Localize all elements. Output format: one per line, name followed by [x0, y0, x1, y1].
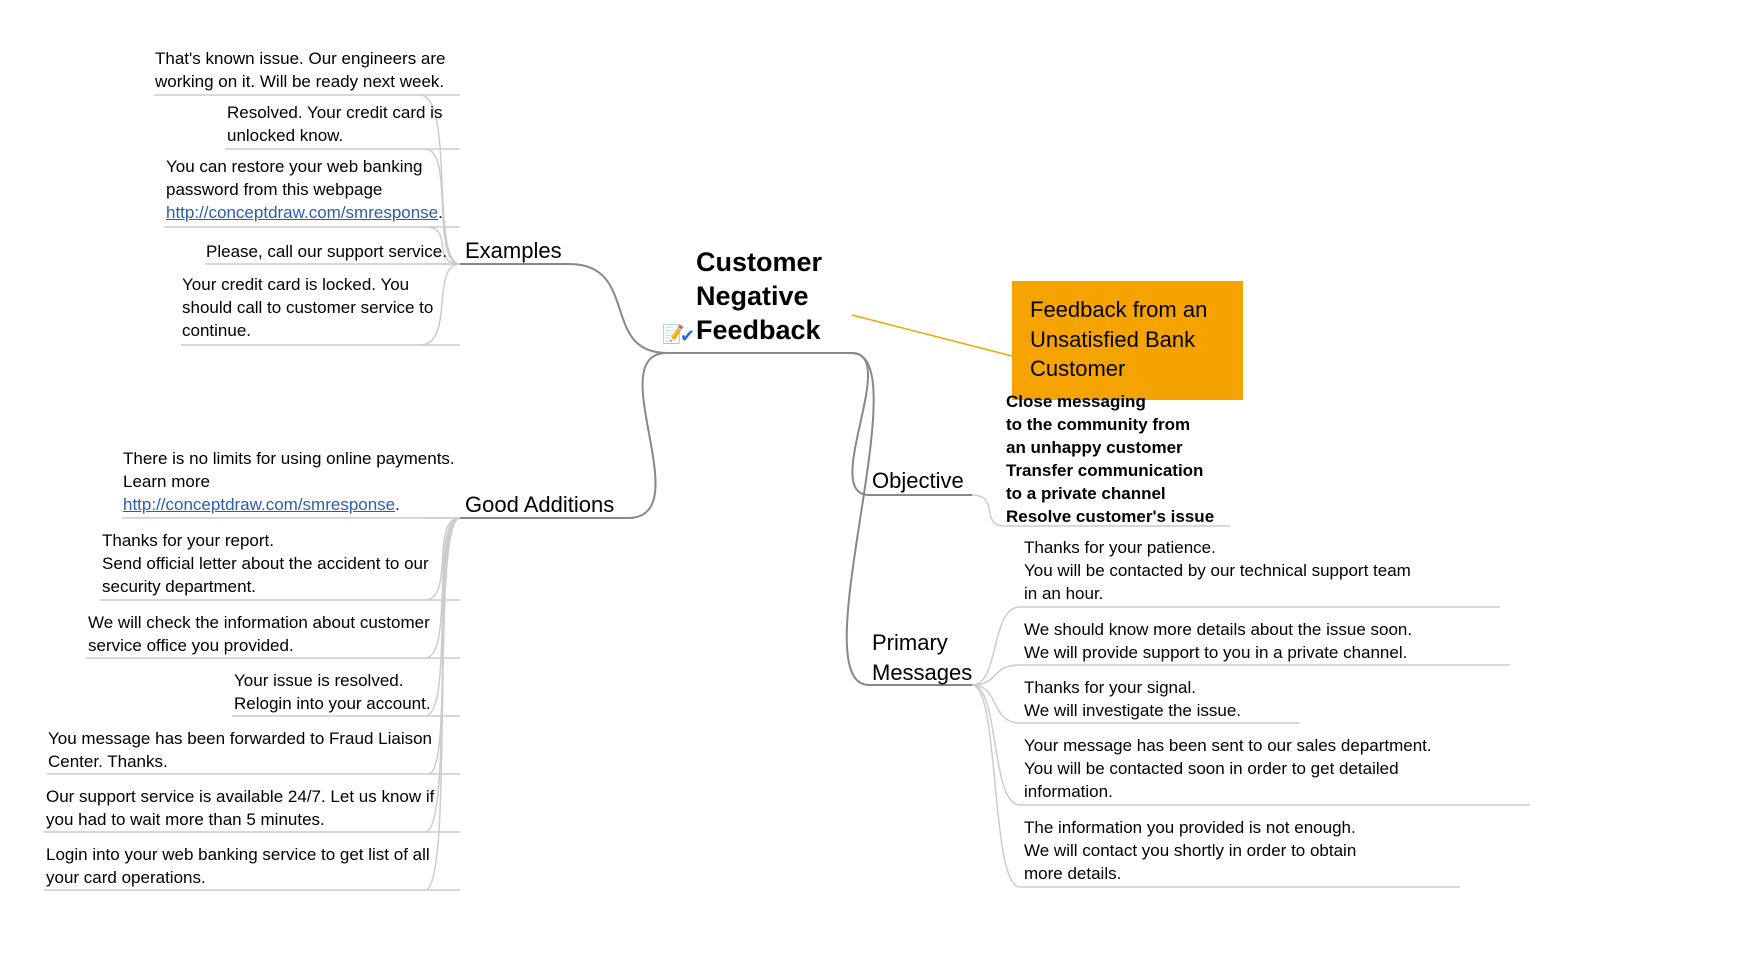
addition-item-6[interactable]: Our support service is available 24/7. L… — [46, 786, 526, 832]
callout-topic[interactable]: Feedback from anUnsatisfied BankCustomer — [1012, 281, 1243, 400]
primary-item-2[interactable]: We should know more details about the is… — [1024, 619, 1534, 665]
primary-item-4[interactable]: Your message has been sent to our sales … — [1024, 735, 1554, 804]
example-item-5[interactable]: Your credit card is locked. Youshould ca… — [182, 274, 482, 343]
addition-item-1-post: . — [395, 495, 400, 514]
primary-item-1[interactable]: Thanks for your patience.You will be con… — [1024, 537, 1524, 606]
primary-item-3[interactable]: Thanks for your signal.We will investiga… — [1024, 677, 1424, 723]
example-item-3-pre: You can restore your web bankingpassword… — [166, 157, 422, 199]
objective-text[interactable]: Close messagingto the community froman u… — [1006, 391, 1266, 529]
example-item-4[interactable]: Please, call our support service. — [206, 241, 506, 264]
addition-item-4[interactable]: Your issue is resolved.Relogin into your… — [234, 670, 494, 716]
addition-item-2[interactable]: Thanks for your report.Send official let… — [102, 530, 522, 599]
example-item-3[interactable]: You can restore your web bankingpassword… — [166, 156, 486, 225]
checkmark-icon: ✔ — [680, 324, 695, 348]
primary-item-5[interactable]: The information you provided is not enou… — [1024, 817, 1494, 886]
central-topic[interactable]: CustomerNegativeFeedback — [696, 246, 856, 347]
example-item-1[interactable]: That's known issue. Our engineers arewor… — [155, 48, 505, 94]
primary-messages-branch[interactable]: PrimaryMessages — [872, 628, 982, 687]
addition-item-1-pre: There is no limits for using online paym… — [123, 449, 455, 491]
addition-item-1[interactable]: There is no limits for using online paym… — [123, 448, 523, 517]
objective-branch[interactable]: Objective — [872, 466, 964, 496]
addition-item-5[interactable]: You message has been forwarded to Fraud … — [48, 728, 518, 774]
example-item-2[interactable]: Resolved. Your credit card isunlocked kn… — [227, 102, 507, 148]
addition-item-1-link[interactable]: http://conceptdraw.com/smresponse — [123, 495, 395, 514]
addition-item-7[interactable]: Login into your web banking service to g… — [46, 844, 526, 890]
addition-item-3[interactable]: We will check the information about cust… — [88, 612, 518, 658]
example-item-3-post: . — [438, 203, 443, 222]
example-item-3-link[interactable]: http://conceptdraw.com/smresponse — [166, 203, 438, 222]
